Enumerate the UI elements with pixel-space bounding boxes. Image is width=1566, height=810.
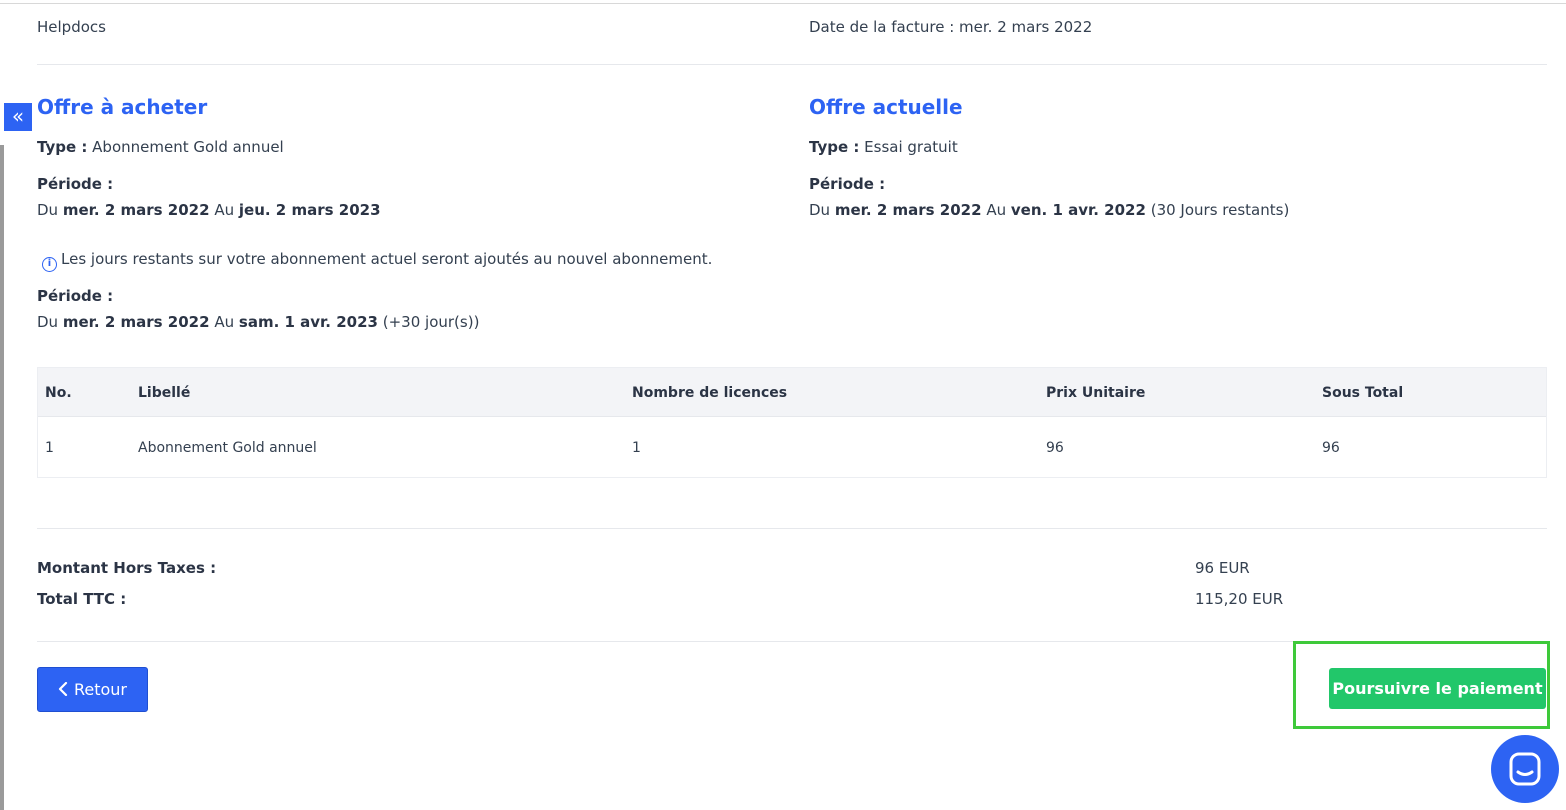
invoice-date-value: mer. 2 mars 2022 [959, 18, 1093, 36]
to-word: Au [214, 201, 235, 219]
current-offer-type: Type : Essai gratuit [809, 138, 958, 156]
cell-no: 1 [45, 440, 54, 456]
extra-days: (+30 jour(s)) [382, 313, 480, 331]
collapse-sidebar-button[interactable]: « [4, 103, 32, 131]
left-scroll-edge [0, 145, 4, 810]
invoice-items-table: No. Libellé Nombre de licences Prix Unit… [37, 367, 1547, 478]
company-name: Helpdocs [37, 18, 106, 36]
table-header: No. Libellé Nombre de licences Prix Unit… [38, 368, 1546, 417]
remaining-days-notice: i Les jours restants sur votre abonnement… [42, 250, 712, 272]
to-date: sam. 1 avr. 2023 [238, 313, 378, 331]
header-unit-price: Prix Unitaire [1046, 385, 1146, 401]
ttc-label-text: Total TTC : [37, 590, 127, 608]
offer-to-buy-title: Offre à acheter [37, 95, 208, 119]
from-word: Du [809, 201, 831, 219]
ttc-label: Total TTC : [37, 590, 126, 608]
header-label: Libellé [138, 385, 191, 401]
top-divider [0, 3, 1566, 4]
header-subtotal: Sous Total [1322, 385, 1404, 401]
to-word: Au [214, 313, 235, 331]
to-date: ven. 1 avr. 2022 [1010, 201, 1146, 219]
cell-licence-count: 1 [632, 440, 641, 456]
chat-launcher-button[interactable] [1491, 735, 1559, 803]
offer-to-buy-type: Type : Abonnement Gold annuel [37, 138, 284, 156]
ht-value: 96 EUR [1195, 559, 1250, 577]
ttc-value: 115,20 EUR [1195, 590, 1284, 608]
current-offer-period-label: Période : [809, 175, 885, 193]
from-word: Du [37, 201, 59, 219]
chat-icon [1509, 752, 1541, 786]
ht-label-text: Montant Hors Taxes : [37, 559, 217, 577]
period-label: Période : [37, 287, 114, 305]
new-period-label: Période : [37, 287, 113, 305]
invoice-date-label: Date de la facture : [809, 18, 955, 36]
period-label: Période : [809, 175, 886, 193]
back-button[interactable]: Retour [37, 667, 148, 712]
type-label: Type : [809, 138, 860, 156]
info-icon: i [42, 257, 57, 272]
invoice-date: Date de la facture : mer. 2 mars 2022 [809, 18, 1092, 36]
offer-to-buy-period: Du mer. 2 mars 2022 Au jeu. 2 mars 2023 [37, 201, 381, 219]
type-label: Type : [37, 138, 88, 156]
notice-text: Les jours restants sur votre abonnement … [61, 250, 713, 268]
type-value: Abonnement Gold annuel [92, 138, 284, 156]
header-no: No. [45, 385, 72, 401]
cell-label: Abonnement Gold annuel [138, 440, 317, 456]
continue-payment-button[interactable]: Poursuivre le paiement [1329, 668, 1546, 709]
back-label: Retour [73, 680, 128, 699]
cell-subtotal: 96 [1322, 440, 1340, 456]
cell-unit-price: 96 [1046, 440, 1064, 456]
ht-label: Montant Hors Taxes : [37, 559, 216, 577]
chevron-left-icon [58, 668, 68, 711]
from-date: mer. 2 mars 2022 [62, 201, 210, 219]
to-word: Au [986, 201, 1007, 219]
remaining-days: (30 Jours restants) [1150, 201, 1290, 219]
current-offer-period: Du mer. 2 mars 2022 Au ven. 1 avr. 2022 … [809, 201, 1289, 219]
new-period: Du mer. 2 mars 2022 Au sam. 1 avr. 2023 … [37, 313, 479, 331]
type-value: Essai gratuit [864, 138, 958, 156]
period-label: Période : [37, 175, 114, 193]
from-date: mer. 2 mars 2022 [62, 313, 210, 331]
current-offer-title: Offre actuelle [809, 95, 963, 119]
from-date: mer. 2 mars 2022 [834, 201, 982, 219]
header-licence-count: Nombre de licences [632, 385, 788, 401]
offer-to-buy-period-label: Période : [37, 175, 113, 193]
from-word: Du [37, 313, 59, 331]
divider [37, 528, 1547, 529]
divider [37, 64, 1547, 65]
to-date: jeu. 2 mars 2023 [238, 201, 381, 219]
double-chevron-left-icon: « [11, 104, 25, 128]
